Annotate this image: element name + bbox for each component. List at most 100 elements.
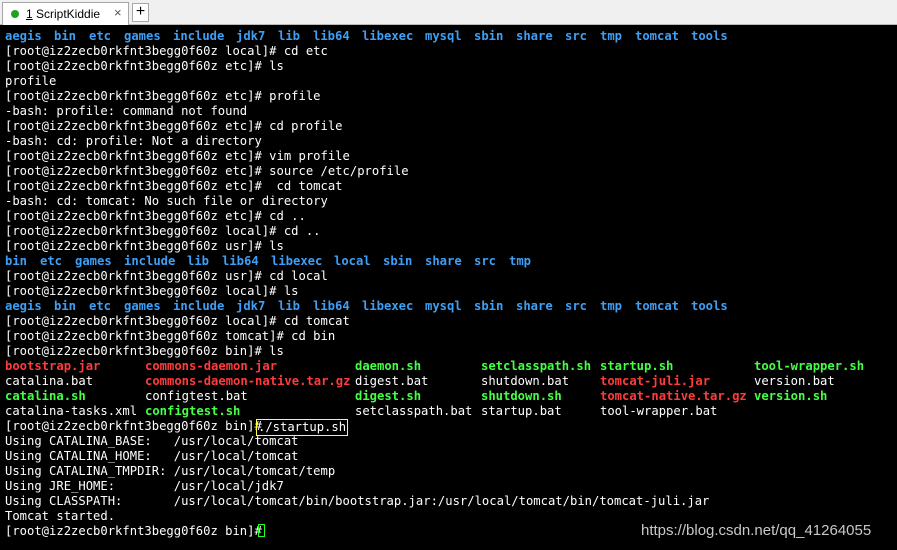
terminal-token: libexec xyxy=(362,299,414,313)
terminal-token: etc xyxy=(89,29,112,43)
terminal-line: [root@iz2zecb0rkfnt3begg0f60z etc]# prof… xyxy=(5,89,895,104)
terminal-token: sbin xyxy=(383,254,413,268)
terminal-line: [root@iz2zecb0rkfnt3begg0f60z etc]# ls xyxy=(5,59,895,74)
terminal-token: digest.bat xyxy=(355,374,429,388)
terminal-output[interactable]: aegis bin etc games include jdk7 lib lib64 libex… xyxy=(5,29,895,549)
terminal-line: Using CATALINA_TMPDIR: /usr/local/tomcat… xyxy=(5,464,895,479)
terminal-token: share xyxy=(516,29,553,43)
terminal-token: -bash: cd: tomcat: No such file or direc… xyxy=(5,194,328,208)
terminal-token: tool-wrapper.bat xyxy=(600,404,718,418)
status-dot-icon xyxy=(11,10,19,18)
terminal-token: jdk7 xyxy=(236,29,266,43)
new-tab-button[interactable]: + xyxy=(132,3,149,22)
terminal-token: tmp xyxy=(600,29,623,43)
terminal-token: tmp xyxy=(600,299,623,313)
terminal-token: catalina-tasks.xml xyxy=(5,404,138,418)
terminal-token: games xyxy=(124,299,161,313)
terminal-token: [root@iz2zecb0rkfnt3begg0f60z usr]# ls xyxy=(5,239,284,253)
terminal-token: src xyxy=(565,299,588,313)
terminal-token: [root@iz2zecb0rkfnt3begg0f60z bin]# xyxy=(5,524,270,538)
terminal-token: catalina.sh xyxy=(5,389,86,403)
terminal-token: [root@iz2zecb0rkfnt3begg0f60z bin]# xyxy=(5,419,270,433)
terminal-token: tomcat-juli.jar xyxy=(600,374,711,388)
terminal-token: lib xyxy=(278,299,301,313)
terminal-token: configtest.sh xyxy=(145,404,241,418)
terminal-token: setclasspath.bat xyxy=(355,404,473,418)
terminal-line: -bash: profile: command not found xyxy=(5,104,895,119)
close-icon[interactable]: × xyxy=(114,5,122,20)
terminal-token: lib64 xyxy=(313,299,350,313)
session-tab[interactable]: 1 ScriptKiddie × xyxy=(2,2,129,25)
terminal-token: [root@iz2zecb0rkfnt3begg0f60z usr]# cd l… xyxy=(5,269,328,283)
terminal-token: version.bat xyxy=(754,374,835,388)
terminal-token: [root@iz2zecb0rkfnt3begg0f60z etc]# cd .… xyxy=(5,209,306,223)
terminal-token: include xyxy=(173,29,225,43)
terminal-token: catalina.bat xyxy=(5,374,94,388)
terminal-token: [root@iz2zecb0rkfnt3begg0f60z local]# ls xyxy=(5,284,299,298)
terminal-token: lib64 xyxy=(222,254,259,268)
terminal-line: [root@iz2zecb0rkfnt3begg0f60z etc]# cd p… xyxy=(5,119,895,134)
terminal-token: share xyxy=(425,254,462,268)
terminal-token: [root@iz2zecb0rkfnt3begg0f60z etc]# ls xyxy=(5,59,284,73)
terminal-token: commons-daemon-native.tar.gz xyxy=(145,374,351,388)
terminal-token: libexec xyxy=(362,29,414,43)
terminal-token: games xyxy=(75,254,112,268)
terminal-token: commons-daemon.jar xyxy=(145,359,278,373)
terminal-token: profile xyxy=(5,74,57,88)
terminal-token: sbin xyxy=(474,299,504,313)
terminal-token: shutdown.sh xyxy=(481,389,562,403)
terminal-line: [root@iz2zecb0rkfnt3begg0f60z etc]# vim … xyxy=(5,149,895,164)
terminal-token: mysql xyxy=(425,29,462,43)
terminal-token: Using CATALINA_TMPDIR: /usr/local/tomcat… xyxy=(5,464,336,478)
terminal-token: tomcat xyxy=(635,299,680,313)
tab-bar: 1 ScriptKiddie × + xyxy=(0,0,897,25)
terminal-token: lib xyxy=(187,254,210,268)
terminal-token: [root@iz2zecb0rkfnt3begg0f60z local]# cd… xyxy=(5,224,321,238)
terminal-line: aegis bin etc games include jdk7 lib lib64 libex… xyxy=(5,299,895,314)
cursor-icon xyxy=(258,524,265,537)
terminal-line: [root@iz2zecb0rkfnt3begg0f60z etc]# sour… xyxy=(5,164,895,179)
terminal-token: tool-wrapper.sh xyxy=(754,359,865,373)
terminal-token: bin xyxy=(54,299,77,313)
terminal-token: startup.sh xyxy=(600,359,674,373)
terminal-token: include xyxy=(173,299,225,313)
terminal-token: aegis xyxy=(5,299,42,313)
terminal-token: share xyxy=(516,299,553,313)
terminal-token: local xyxy=(334,254,371,268)
terminal-token: setclasspath.sh xyxy=(481,359,592,373)
terminal-line: aegis bin etc games include jdk7 lib lib64 libex… xyxy=(5,29,895,44)
terminal-token: aegis xyxy=(5,29,42,43)
terminal-token: etc xyxy=(89,299,112,313)
tab-label: ScriptKiddie xyxy=(36,7,101,21)
terminal-token: [root@iz2zecb0rkfnt3begg0f60z bin]# ls xyxy=(5,344,284,358)
terminal-token: Using CATALINA_BASE: /usr/local/tomcat xyxy=(5,434,299,448)
terminal-token: version.sh xyxy=(754,389,828,403)
terminal-token: [root@iz2zecb0rkfnt3begg0f60z local]# cd… xyxy=(5,314,350,328)
terminal-line: Using CLASSPATH: /usr/local/tomcat/bin/b… xyxy=(5,494,895,509)
terminal-line: -bash: cd: tomcat: No such file or direc… xyxy=(5,194,895,209)
terminal-line: -bash: cd: profile: Not a directory xyxy=(5,134,895,149)
terminal-token: bin xyxy=(54,29,77,43)
terminal-token: etc xyxy=(40,254,63,268)
terminal-token: sbin xyxy=(474,29,504,43)
terminal-token: jdk7 xyxy=(236,299,266,313)
terminal-token: configtest.bat xyxy=(145,389,248,403)
terminal-token: [root@iz2zecb0rkfnt3begg0f60z etc]# prof… xyxy=(5,89,321,103)
terminal-token: src xyxy=(474,254,497,268)
terminal-token: bin xyxy=(5,254,28,268)
terminal-line: bin etc games include lib lib64 libexec local sb… xyxy=(5,254,895,269)
terminal-token: startup.bat xyxy=(481,404,562,418)
terminal-token: shutdown.bat xyxy=(481,374,570,388)
terminal-token: lib64 xyxy=(313,29,350,43)
terminal-token: tmp xyxy=(509,254,532,268)
terminal-token: [root@iz2zecb0rkfnt3begg0f60z etc]# sour… xyxy=(5,164,409,178)
terminal-line: Using JRE_HOME: /usr/local/jdk7 xyxy=(5,479,895,494)
terminal-token: src xyxy=(565,29,588,43)
terminal-token: tools xyxy=(691,29,728,43)
terminal-line: [root@iz2zecb0rkfnt3begg0f60z etc]# cd t… xyxy=(5,179,895,194)
terminal-line: bootstrap.jar commons-daemon.jar daemon.sh… xyxy=(5,359,895,374)
terminal-token: libexec xyxy=(271,254,323,268)
tab-number: 1 xyxy=(26,7,33,21)
terminal-line: catalina.sh configtest.bat digest.sh shutdo… xyxy=(5,389,895,404)
terminal-line: [root@iz2zecb0rkfnt3begg0f60z usr]# cd l… xyxy=(5,269,895,284)
